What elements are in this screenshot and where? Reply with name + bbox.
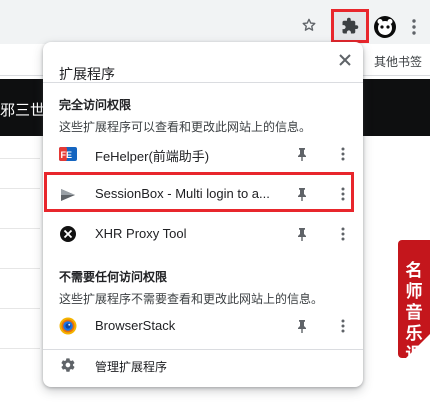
more-options-icon[interactable] — [335, 144, 351, 164]
extension-name: XHR Proxy Tool — [95, 226, 187, 241]
banner-char: 师 — [405, 282, 423, 301]
list-divider — [0, 188, 40, 189]
pin-icon[interactable] — [294, 318, 310, 334]
manage-extensions-button[interactable]: 管理扩展程序 — [43, 349, 363, 381]
banner-char: 名 — [405, 261, 423, 280]
fehelper-icon: FE — [59, 145, 77, 163]
browser-toolbar — [0, 0, 430, 44]
more-options-icon[interactable] — [335, 224, 351, 244]
list-divider — [0, 268, 40, 269]
list-divider — [0, 158, 40, 159]
extension-name: FeHelper(前端助手) — [95, 149, 210, 164]
other-bookmarks-link[interactable]: 其他书签 — [374, 53, 422, 70]
extension-row-fehelper[interactable]: FE FeHelper(前端助手) — [43, 134, 363, 174]
extension-name: BrowserStack — [95, 318, 176, 333]
close-icon[interactable] — [335, 50, 355, 70]
gear-icon — [61, 358, 75, 372]
section-title-full-access: 完全访问权限 — [59, 98, 132, 112]
sessionbox-highlight-box — [44, 172, 354, 212]
popup-title: 扩展程序 — [59, 66, 115, 82]
banner-char: 音 — [405, 303, 423, 322]
vertical-dots-icon[interactable] — [404, 15, 424, 39]
more-options-icon[interactable] — [335, 316, 351, 336]
popup-divider — [43, 82, 363, 83]
section-title-no-access: 不需要任何访问权限 — [59, 270, 168, 284]
xhr-proxy-icon — [59, 225, 77, 243]
pin-icon[interactable] — [294, 226, 310, 242]
list-divider — [0, 348, 40, 349]
page-list — [0, 136, 40, 402]
extensions-puzzle-icon[interactable] — [331, 9, 369, 43]
svg-text:FE: FE — [61, 150, 73, 160]
profile-avatar-icon[interactable] — [374, 16, 396, 38]
extension-row-browserstack[interactable]: BrowserStack — [43, 306, 363, 346]
manage-extensions-label: 管理扩展程序 — [95, 360, 168, 374]
extension-row-xhr-proxy[interactable]: XHR Proxy Tool — [43, 214, 363, 254]
pin-icon[interactable] — [294, 146, 310, 162]
section-desc-no-access: 这些扩展程序不需要查看和更改此网站上的信息。 — [59, 292, 324, 306]
section-desc-full-access: 这些扩展程序可以查看和更改此网站上的信息。 — [59, 120, 312, 134]
browserstack-icon — [59, 317, 77, 335]
star-icon[interactable] — [298, 14, 320, 36]
extensions-popup: 扩展程序 完全访问权限 这些扩展程序可以查看和更改此网站上的信息。 FE FeH… — [43, 42, 363, 387]
banner-char: 乐 — [405, 324, 423, 343]
list-divider — [0, 228, 40, 229]
list-divider — [0, 308, 40, 309]
